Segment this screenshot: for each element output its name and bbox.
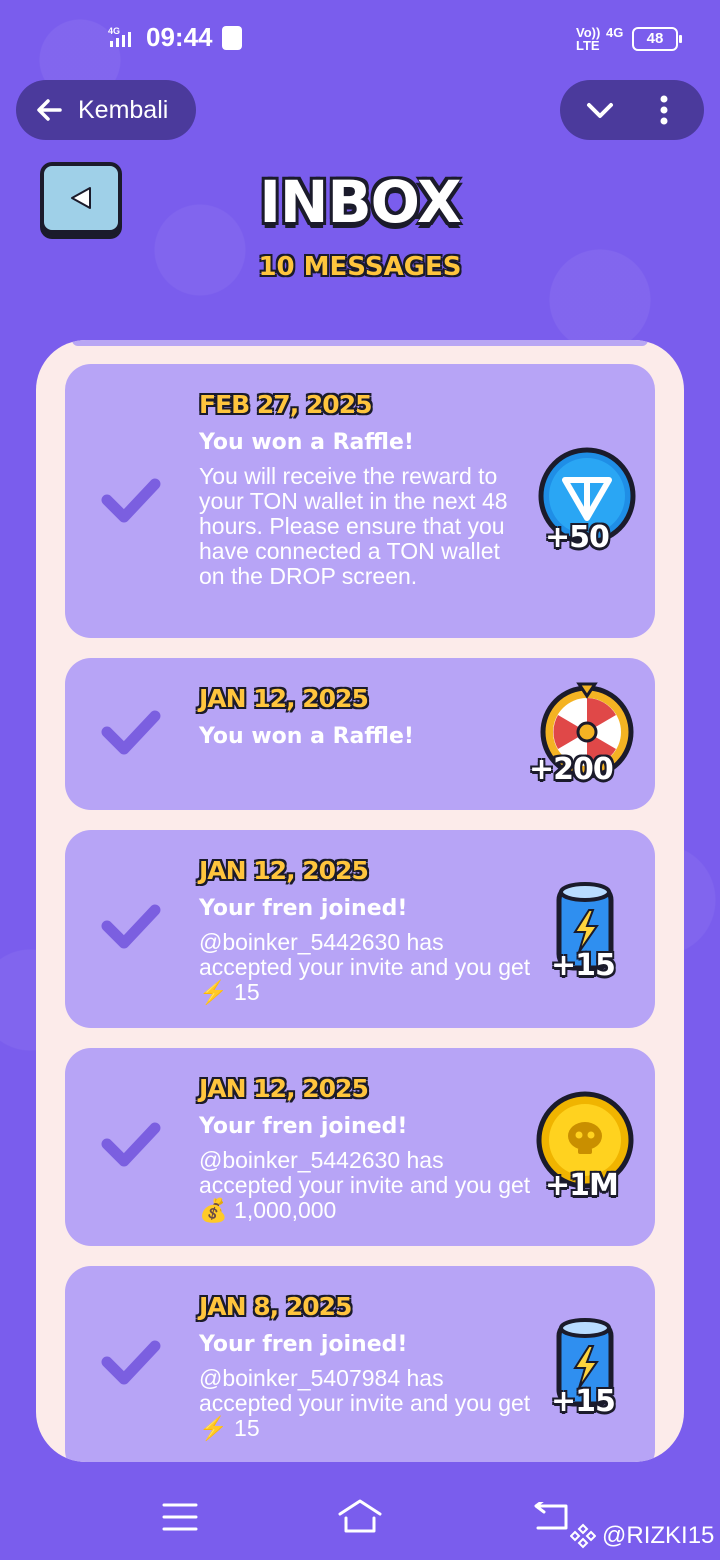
signal-icon: 4G bbox=[108, 26, 131, 47]
message-body: @boinker_5407984 has accepted your invit… bbox=[199, 1365, 531, 1441]
recent-apps-icon[interactable] bbox=[162, 1502, 198, 1532]
message-date: JAN 12, 2025 bbox=[199, 684, 369, 713]
battery-indicator: 48 bbox=[632, 27, 682, 51]
message-card[interactable]: FEB 27, 2025 You won a Raffle! You will … bbox=[65, 364, 655, 638]
binance-logo-icon bbox=[570, 1523, 596, 1549]
svg-text:4G: 4G bbox=[108, 26, 120, 36]
check-icon bbox=[101, 1340, 161, 1385]
check-icon bbox=[101, 1122, 161, 1167]
message-title: You won a Raffle! bbox=[199, 724, 414, 749]
message-date: JAN 12, 2025 bbox=[199, 1074, 369, 1103]
watermark: @RIZKI15 bbox=[570, 1522, 714, 1550]
menu-pill bbox=[560, 80, 704, 140]
page-title: INBOX bbox=[259, 168, 461, 236]
watermark-text: @RIZKI15 bbox=[602, 1522, 715, 1549]
home-icon[interactable] bbox=[336, 1498, 384, 1534]
data-type-indicator: 4G bbox=[606, 25, 624, 40]
reward-amount: +200 bbox=[529, 752, 614, 787]
reward-amount: +15 bbox=[551, 948, 616, 983]
message-date: JAN 8, 2025 bbox=[199, 1292, 352, 1321]
message-count: 10 MESSAGES bbox=[258, 252, 462, 282]
check-icon bbox=[101, 904, 161, 949]
scroll-edge bbox=[72, 340, 648, 346]
chevron-down-icon[interactable] bbox=[584, 94, 616, 126]
reward-amount: +15 bbox=[551, 1384, 616, 1419]
message-body: You will receive the reward to your TON … bbox=[199, 463, 508, 589]
arrow-left-icon bbox=[37, 99, 62, 121]
mic-icon bbox=[222, 26, 242, 50]
more-options-icon[interactable] bbox=[658, 94, 670, 126]
back-button[interactable]: Kembali bbox=[16, 80, 196, 140]
message-card[interactable]: JAN 12, 2025 Your fren joined! @boinker_… bbox=[65, 1048, 655, 1246]
message-title: Your fren joined! bbox=[199, 1114, 408, 1139]
message-card[interactable]: JAN 12, 2025 Your fren joined! @boinker_… bbox=[65, 830, 655, 1028]
message-body: @boinker_5442630 has accepted your invit… bbox=[199, 1147, 531, 1223]
message-title: Your fren joined! bbox=[199, 896, 408, 921]
message-date: JAN 12, 2025 bbox=[199, 856, 369, 885]
reward-amount: +50 bbox=[545, 520, 610, 555]
reward-amount: +1M bbox=[545, 1168, 619, 1203]
message-body: @boinker_5442630 has accepted your invit… bbox=[199, 929, 531, 1005]
back-nav-icon[interactable] bbox=[530, 1502, 570, 1532]
volte-indicator: Vo)) LTE bbox=[576, 25, 601, 53]
back-label: Kembali bbox=[78, 95, 169, 124]
message-card[interactable]: JAN 8, 2025 Your fren joined! @boinker_5… bbox=[65, 1266, 655, 1462]
check-icon bbox=[101, 710, 161, 755]
message-card[interactable]: JAN 12, 2025 You won a Raffle! +200 bbox=[65, 658, 655, 810]
message-date: FEB 27, 2025 bbox=[199, 390, 372, 419]
message-title: You won a Raffle! bbox=[199, 430, 414, 455]
message-title: Your fren joined! bbox=[199, 1332, 408, 1357]
inbox-panel[interactable]: FEB 27, 2025 You won a Raffle! You will … bbox=[36, 340, 684, 1462]
status-bar: 4G 09:44 Vo)) LTE 4G 48 bbox=[0, 0, 720, 76]
clock: 09:44 bbox=[146, 22, 213, 52]
check-icon bbox=[101, 478, 161, 523]
